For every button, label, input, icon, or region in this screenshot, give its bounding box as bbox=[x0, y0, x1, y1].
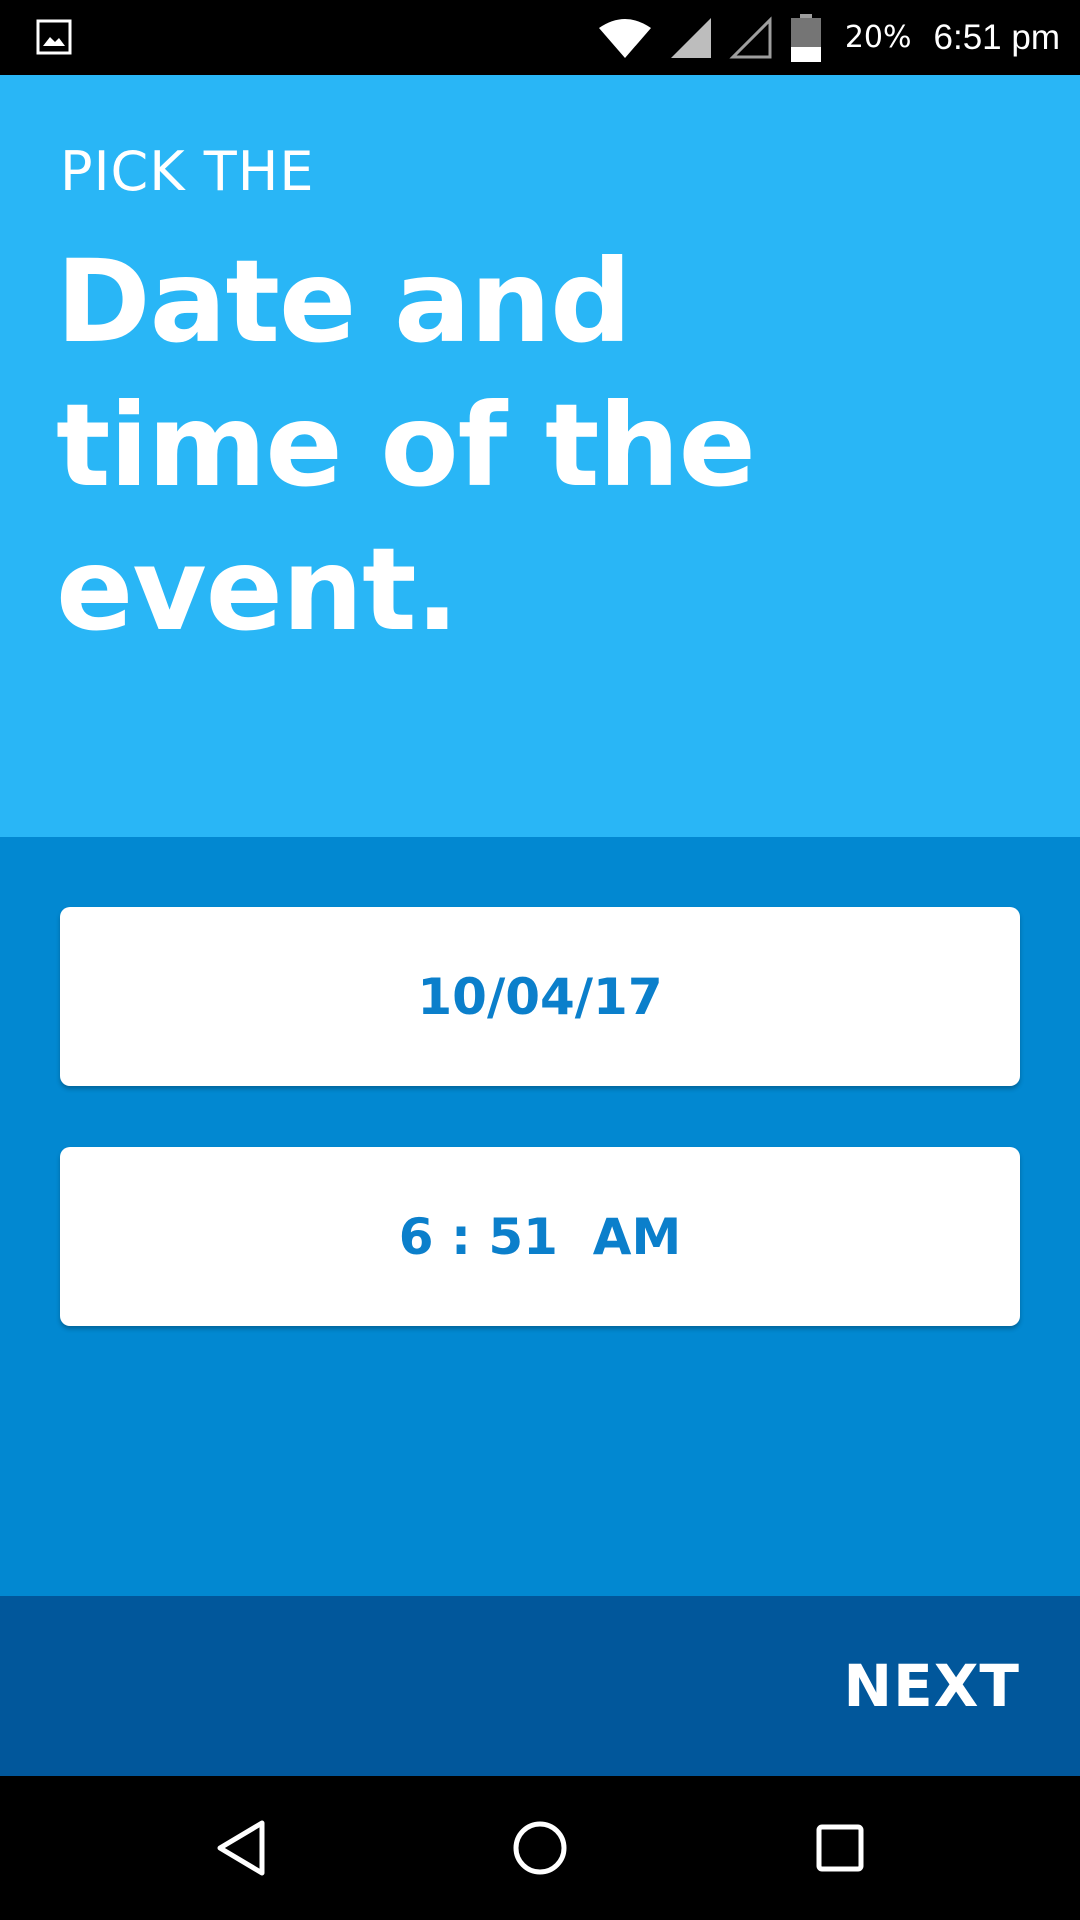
back-button[interactable] bbox=[150, 1776, 330, 1920]
home-circle-icon bbox=[513, 1821, 567, 1875]
footer: NEXT bbox=[0, 1596, 1080, 1776]
time-picker-button[interactable]: 6 : 51 AM bbox=[60, 1147, 1020, 1326]
signal-empty-icon bbox=[729, 15, 772, 58]
signal-full-icon bbox=[670, 17, 711, 58]
title-line-1: Date and bbox=[56, 235, 632, 368]
recents-button[interactable] bbox=[750, 1776, 930, 1920]
image-icon bbox=[36, 19, 72, 55]
back-triangle-icon bbox=[217, 1820, 265, 1876]
date-value: 10/04/17 bbox=[417, 967, 663, 1026]
title-line-2: time of the bbox=[56, 379, 756, 512]
battery-icon bbox=[790, 13, 821, 62]
navigation-bar bbox=[0, 1776, 1080, 1920]
page-title: Date and time of the event. bbox=[56, 230, 956, 662]
picker-section: 10/04/17 6 : 51 AM bbox=[0, 837, 1080, 1596]
status-right: 20% 6:51 pm bbox=[597, 0, 1060, 75]
battery-percent: 20% bbox=[844, 20, 912, 55]
date-picker-button[interactable]: 10/04/17 bbox=[60, 907, 1020, 1086]
kicker-text: PICK THE bbox=[60, 140, 315, 203]
home-button[interactable] bbox=[450, 1776, 630, 1920]
status-bar: 20% 6:51 pm bbox=[0, 0, 1080, 75]
header: PICK THE Date and time of the event. bbox=[0, 75, 1080, 837]
recents-square-icon bbox=[816, 1824, 864, 1872]
next-button[interactable]: NEXT bbox=[844, 1596, 1020, 1776]
wifi-icon bbox=[598, 18, 651, 58]
time-value: 6 : 51 AM bbox=[398, 1207, 682, 1266]
title-line-3: event. bbox=[56, 523, 459, 656]
status-time: 6:51 pm bbox=[933, 17, 1060, 57]
